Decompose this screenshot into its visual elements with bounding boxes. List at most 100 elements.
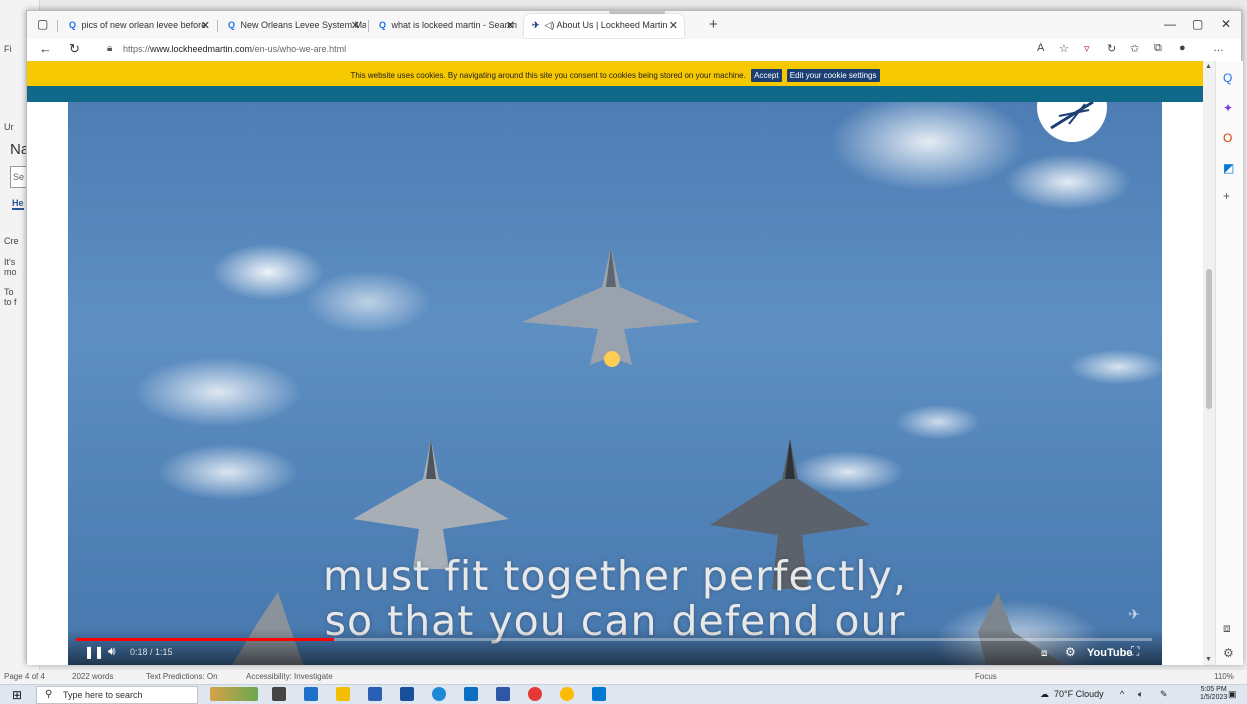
pause-button[interactable]: ❚❚ [84,645,104,659]
word-icon[interactable] [368,687,382,701]
more-menu-icon[interactable]: … [1213,42,1224,54]
weather-text[interactable]: 70°F Cloudy [1054,689,1104,699]
opera-icon[interactable] [528,687,542,701]
outlook-taskbar-icon[interactable] [592,687,606,701]
word-count: 2022 words [72,672,114,681]
store-icon[interactable] [400,687,414,701]
tab-levee-search[interactable]: Q pics of new orlean levee before ✕ [61,14,216,38]
video-time: 0:18 / 1:15 [130,647,173,657]
mail-icon[interactable] [464,687,478,701]
volume-tray-icon[interactable]: 🔈︎ [1138,689,1143,700]
subtitle-line-1: must fit together perfectly, [323,552,907,600]
lockheed-logo[interactable] [1037,102,1107,142]
office-icon[interactable]: O [1223,131,1232,145]
tab-label: New Orleans Levee System Map [240,20,366,30]
scroll-down-icon[interactable]: ▼ [1205,656,1212,663]
tab-about-us[interactable]: ✈ ◁) About Us | Lockheed Martin ✕ [524,14,684,38]
tray-chevron-icon[interactable]: ^ [1120,689,1124,699]
task-view-icon[interactable] [272,687,286,701]
close-tab-icon[interactable]: ✕ [201,19,210,32]
page-count: Page 4 of 4 [4,672,45,681]
text-predictions-status[interactable]: Text Predictions: On [146,672,218,681]
favorites-star-icon[interactable]: ☆ [1059,42,1069,55]
word-text-fragment: mo [4,267,17,277]
video-controls-bar [68,629,1162,665]
close-window-button[interactable]: ✕ [1221,17,1231,31]
accessibility-status[interactable]: Accessibility: Investigate [246,672,333,681]
refresh-button[interactable]: ↻ [69,41,80,57]
close-tab-icon[interactable]: ✕ [351,19,360,32]
word-text-fragment: It's [4,257,16,267]
new-tab-button[interactable]: + [709,16,718,33]
add-sidebar-app-icon[interactable]: + [1223,189,1230,203]
navigation-headings-tab[interactable]: He [12,198,24,210]
refresh-extension-icon[interactable]: ↻ [1107,42,1116,55]
video-progress-fill [76,638,335,641]
tab-actions-icon[interactable]: ▢ [37,17,48,31]
volume-icon[interactable]: 🔊︎ [108,644,116,659]
web-page: This website uses cookies. By navigating… [27,61,1203,665]
favorites-icon[interactable]: ✩ [1130,42,1139,55]
tab-label: About Us | Lockheed Martin [556,20,668,30]
discover-icon[interactable]: ✦ [1223,101,1233,115]
shopping-icon[interactable]: ▿ [1084,42,1090,55]
search-icon: Q [379,20,387,30]
tab-label: pics of new orlean levee before [81,20,207,30]
outlook-icon[interactable]: ◩ [1223,161,1234,175]
search-icon[interactable]: Q [1223,71,1232,85]
teams-icon[interactable] [304,687,318,701]
taskbar-clock[interactable]: 5:05 PM 1/5/2023 [1200,686,1227,702]
lockheed-favicon-icon: ✈ [532,20,540,30]
address-bar-row: ← ↻ 🔒︎ https://www.lockheedmartin.com/en… [27,39,1241,61]
pen-icon[interactable]: ✎ [1160,689,1168,700]
minimize-button[interactable]: — [1164,17,1176,31]
taskbar-search-placeholder: Type here to search [63,690,143,700]
tab-levee-map[interactable]: Q New Orleans Levee System Map ✕ [220,14,366,38]
windows-start-icon[interactable]: ⊞ [12,688,22,702]
chrome-icon[interactable] [560,687,574,701]
sidebar-layout-icon[interactable]: ⧈ [1223,621,1231,636]
scroll-thumb[interactable] [1206,269,1212,409]
cookie-accept-button[interactable]: Accept [751,69,782,82]
video-player[interactable]: must fit together perfectly, so that you… [68,102,1162,665]
url-field[interactable]: https://www.lockheedmartin.com/en-us/who… [123,44,346,54]
taskbar-search-box[interactable]: ⚲ Type here to search [36,686,198,704]
focus-mode-button[interactable]: Focus [975,672,997,681]
settings-gear-icon[interactable]: ⚙ [1065,645,1076,659]
word-text-fragment: to f [4,297,17,307]
sidebar-settings-icon[interactable]: ⚙ [1223,646,1234,660]
word-text-fragment: To [4,287,14,297]
photos-icon[interactable] [496,687,510,701]
fullscreen-icon[interactable]: ⛶ [1131,644,1139,659]
notifications-icon[interactable]: ▣ [1228,689,1237,700]
search-icon: Q [228,20,236,30]
cookie-banner: This website uses cookies. By navigating… [27,61,1203,86]
lock-icon[interactable]: 🔒︎ [107,43,112,54]
cookie-settings-button[interactable]: Edit your cookie settings [786,69,880,82]
youtube-logo[interactable]: YouTube [1087,647,1132,659]
search-icon: ⚲ [45,689,53,700]
back-button[interactable]: ← [39,41,52,56]
weather-icon[interactable]: ☁ [1040,689,1049,700]
collections-icon[interactable]: ⧉ [1154,42,1162,55]
maximize-button[interactable]: ▢ [1192,17,1203,31]
fighter-jet-left [353,439,509,569]
search-icon: Q [69,20,77,30]
clock-time: 5:05 PM [1200,686,1227,693]
captions-button[interactable]: ⧈ [1041,648,1047,659]
windows-taskbar: ⊞ ⚲ Type here to search ☁ 70°F Cloudy ^ … [0,684,1247,704]
scroll-up-icon[interactable]: ▲ [1205,63,1212,70]
tab-lockheed-search[interactable]: Q what is lockeed martin - Search ✕ [371,14,521,38]
edge-icon[interactable] [432,687,446,701]
word-file-tab[interactable]: Fi [4,44,12,54]
page-scrollbar[interactable]: ▲ ▼ [1203,61,1215,665]
close-tab-icon[interactable]: ✕ [669,19,678,32]
close-tab-icon[interactable]: ✕ [506,19,515,32]
zoom-level[interactable]: 110% [1214,672,1234,681]
audio-playing-icon[interactable]: ◁) [545,20,555,30]
file-explorer-icon[interactable] [336,687,350,701]
profile-avatar[interactable]: ● [1179,42,1186,54]
read-aloud-icon[interactable]: A [1037,42,1044,54]
video-progress-bar[interactable] [76,638,1152,641]
taskbar-news-widget[interactable] [210,687,258,701]
